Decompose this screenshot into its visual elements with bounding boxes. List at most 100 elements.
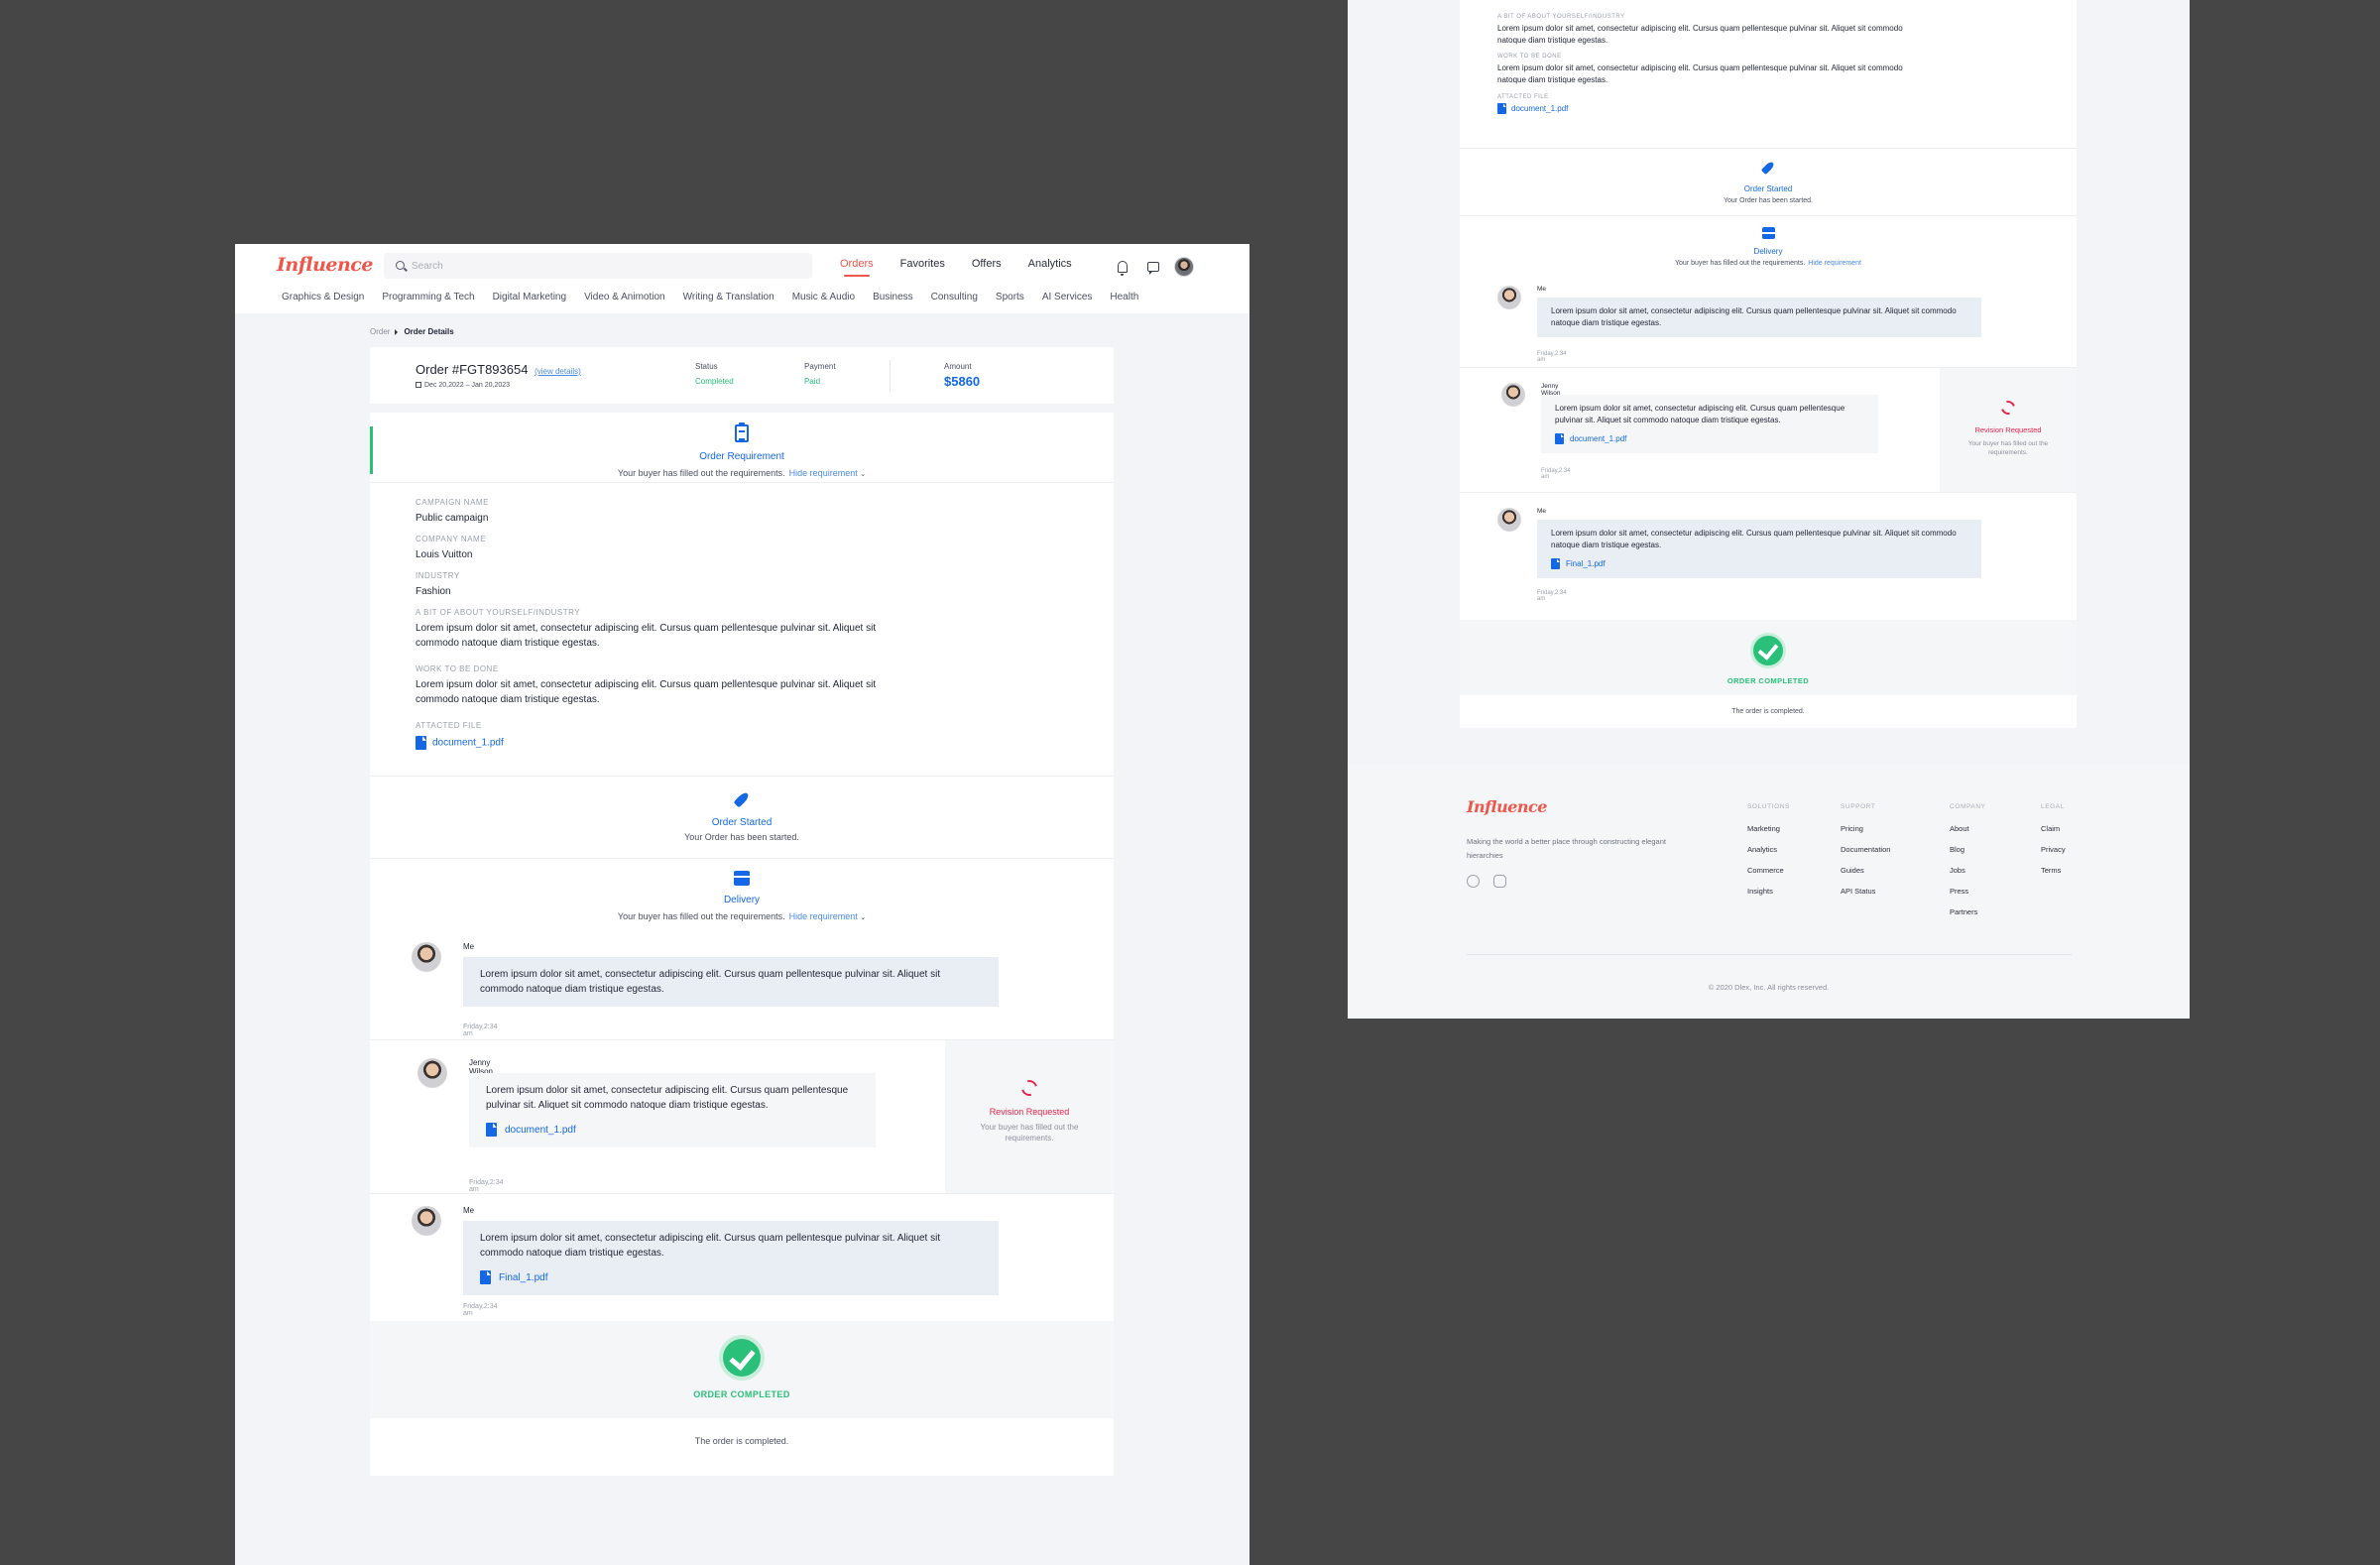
instagram-icon[interactable] (1493, 875, 1506, 888)
category-item[interactable]: Programming & Tech (382, 292, 474, 302)
order-details-scrolled-screen: A BIT OF ABOUT YOURSELF/INDUSTRY Lorem i… (1348, 0, 2190, 1019)
facebook-icon[interactable] (1467, 875, 1480, 888)
footer-link[interactable]: Jobs (1950, 866, 1986, 875)
footer-tagline: Making the world a better place through … (1467, 837, 1666, 860)
message-time: Friday,2:34 am (463, 1303, 498, 1317)
footer-column-legal: LEGAL Claim Privacy Terms (2041, 803, 2066, 887)
divider (1460, 492, 2077, 493)
check-icon (723, 1339, 761, 1377)
footer-link[interactable]: Analytics (1747, 845, 1790, 854)
rocket-icon (1760, 160, 1775, 175)
order-timeline-continued: A BIT OF ABOUT YOURSELF/INDUSTRY Lorem i… (1460, 0, 2077, 728)
footer-link[interactable]: Guides (1841, 866, 1890, 875)
box-icon (734, 871, 750, 886)
footer-column-solutions: SOLUTIONS Marketing Analytics Commerce I… (1747, 803, 1790, 907)
footer-brand-logo[interactable]: Influence (1467, 797, 1547, 816)
attached-file-link[interactable]: document_1.pdf (416, 736, 911, 750)
amount-value: $5860 (944, 374, 981, 389)
file-icon (1555, 433, 1564, 445)
message-file-link[interactable]: Final_1.pdf (1551, 558, 1967, 570)
requirement-header: Order Requirement Your buyer has filled … (370, 413, 1114, 483)
requirement-title: Order Requirement (699, 451, 784, 462)
nav-orders[interactable]: Orders (840, 258, 874, 277)
breadcrumb-current: Order Details (404, 327, 454, 336)
completed-desc: The order is completed. (1731, 708, 1805, 715)
box-icon (1761, 227, 1775, 239)
category-item[interactable]: Digital Marketing (493, 292, 566, 302)
footer-link[interactable]: Commerce (1747, 866, 1790, 875)
campaign-label: CAMPAIGN NAME (416, 498, 489, 507)
delivery-desc: Your buyer has filled out the requiremen… (617, 911, 867, 921)
category-item[interactable]: Video & Animotion (584, 292, 665, 302)
category-item[interactable]: Sports (996, 292, 1024, 302)
revision-requested-event: Revision Requested Your buyer has filled… (945, 1040, 1114, 1193)
message-time: Friday,2:34 am (463, 1023, 498, 1037)
message-text: Lorem ipsum dolor sit amet, consectetur … (1551, 306, 1957, 327)
message-time: Friday,2:34 am (469, 1179, 504, 1193)
view-details-link[interactable]: (view details) (535, 367, 581, 376)
top-navigation: Influence Orders Favorites Offers Analyt… (235, 244, 1250, 313)
about-label: A BIT OF ABOUT YOURSELF/INDUSTRY (416, 608, 581, 617)
nav-analytics[interactable]: Analytics (1028, 258, 1072, 270)
breadcrumb-parent[interactable]: Order (370, 327, 390, 336)
work-value: Lorem ipsum dolor sit amet, consectetur … (1497, 63, 1903, 84)
hide-requirement-link[interactable]: Hide requirement (789, 468, 858, 478)
footer-column-support: SUPPORT Pricing Documentation Guides API… (1841, 803, 1890, 907)
category-item[interactable]: Health (1110, 292, 1138, 302)
attached-file-link[interactable]: document_1.pdf (1497, 103, 1914, 115)
calendar-icon (416, 382, 421, 388)
footer-link[interactable]: API Status (1841, 887, 1890, 896)
industry-value: Fashion (416, 586, 451, 597)
category-item[interactable]: Consulting (931, 292, 978, 302)
category-item[interactable]: Graphics & Design (282, 292, 364, 302)
delivery-section: Delivery Your buyer has filled out the r… (370, 859, 1114, 1040)
hide-requirement-link[interactable]: Hide requirement (789, 911, 858, 921)
search-input[interactable] (412, 257, 798, 275)
message-file-link[interactable]: Final_1.pdf (480, 1270, 982, 1285)
footer-link[interactable]: Partners (1950, 907, 1986, 916)
footer-column-company: COMPANY About Blog Jobs Press Partners (1950, 803, 1986, 928)
site-footer: Influence Making the world a better plac… (1348, 764, 2190, 1019)
footer-link[interactable]: Press (1950, 887, 1986, 896)
user-avatar[interactable] (1174, 257, 1194, 277)
footer-link[interactable]: Insights (1747, 887, 1790, 896)
message-bubble: Lorem ipsum dolor sit amet, consectetur … (1541, 395, 1878, 453)
refresh-icon (1998, 398, 2018, 418)
footer-link[interactable]: Marketing (1747, 824, 1790, 833)
delivery-event: Delivery Your buyer has filled out the r… (1460, 226, 2077, 267)
search-bar[interactable] (384, 253, 812, 279)
started-title: Order Started (1743, 184, 1793, 193)
footer-link[interactable]: Pricing (1841, 824, 1890, 833)
chat-icon[interactable] (1147, 262, 1159, 275)
avatar (412, 1206, 441, 1236)
category-item[interactable]: Music & Audio (792, 292, 855, 302)
footer-link[interactable]: Claim (2041, 824, 2066, 833)
avatar (1497, 286, 1521, 309)
about-value: Lorem ipsum dolor sit amet, consectetur … (416, 623, 877, 649)
delivery-title: Delivery (1753, 247, 1783, 256)
chevron-right-icon (395, 328, 399, 335)
avatar (1501, 383, 1525, 407)
message-time: Friday,2:34 am (1537, 590, 1567, 602)
nav-favorites[interactable]: Favorites (900, 258, 945, 270)
category-item[interactable]: AI Services (1042, 292, 1093, 302)
requirement-desc-text: Your buyer has filled out the requiremen… (617, 468, 785, 478)
message-file-link[interactable]: document_1.pdf (1555, 433, 1864, 445)
nav-offers[interactable]: Offers (972, 258, 1002, 270)
brand-logo[interactable]: Influence (277, 254, 373, 276)
message-file-link[interactable]: document_1.pdf (486, 1123, 859, 1138)
industry-label: INDUSTRY (416, 571, 460, 580)
footer-link[interactable]: About (1950, 824, 1986, 833)
bell-icon[interactable] (1118, 261, 1128, 276)
footer-link[interactable]: Terms (2041, 866, 2066, 875)
check-icon (1753, 636, 1783, 665)
footer-link[interactable]: Privacy (2041, 845, 2066, 854)
footer-link[interactable]: Documentation (1841, 845, 1890, 854)
footer-link[interactable]: Blog (1950, 845, 1986, 854)
status-label: Status (695, 362, 718, 371)
hide-requirement-link[interactable]: Hide requirement (1808, 260, 1861, 267)
message-author: Me (463, 1206, 475, 1215)
category-item[interactable]: Business (873, 292, 913, 302)
category-item[interactable]: Writing & Translation (683, 292, 774, 302)
about-label: A BIT OF ABOUT YOURSELF/INDUSTRY (1497, 14, 1625, 20)
